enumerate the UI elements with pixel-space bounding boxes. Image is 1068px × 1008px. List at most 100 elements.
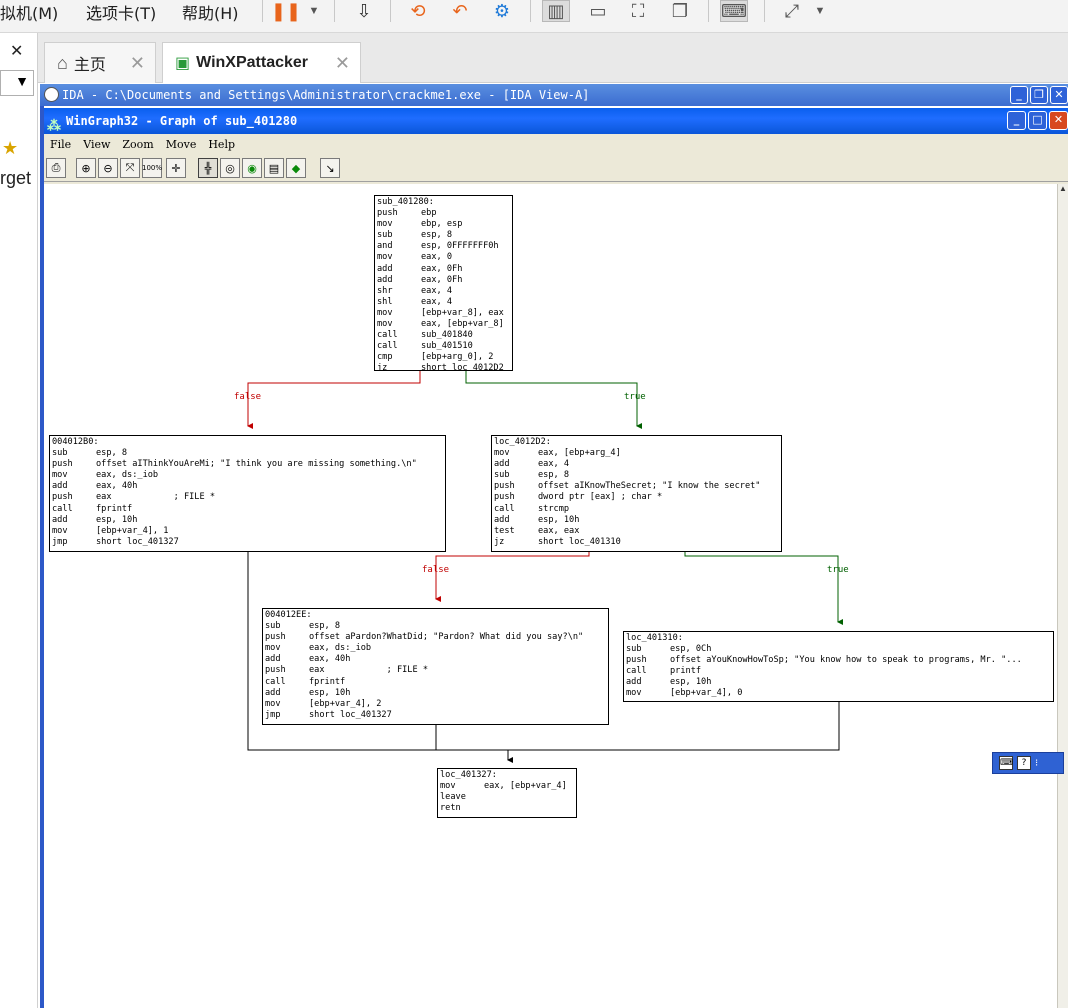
asm-line: push eax ; FILE * — [52, 492, 443, 503]
library-item-label[interactable]: rget — [0, 168, 31, 189]
asm-operands: eax, 0 — [421, 252, 453, 263]
print-icon[interactable]: ⎙ — [46, 158, 66, 178]
asm-operands: eax, [ebp+var_8] — [421, 319, 504, 330]
edge-true — [684, 544, 843, 625]
asm-line: push offset aIKnowTheSecret; "I know the … — [494, 481, 779, 492]
asm-line: and esp, 0FFFFFFF0h — [377, 241, 510, 252]
asm-line: push offset aYouKnowHowToSp; "You know ho… — [626, 655, 1051, 666]
arrow-cursor-icon[interactable]: ↘ — [320, 158, 340, 178]
menu-help[interactable]: Help — [202, 135, 241, 155]
graph-node-004012EE[interactable]: 004012EE: sub esp, 8 push offset aPardon?Wha… — [262, 608, 609, 725]
menu-move[interactable]: Move — [160, 135, 203, 155]
close-icon[interactable]: ✕ — [10, 41, 23, 61]
asm-operands: eax ; FILE * — [309, 665, 428, 676]
circle-icon[interactable]: ◎ — [220, 158, 240, 178]
asm-mnemonic: mov — [377, 307, 393, 318]
asm-line: jmp short loc_401327 — [265, 710, 606, 721]
revert-snapshot-icon[interactable]: ↶ — [446, 0, 474, 22]
restore-button[interactable]: ❐ — [1030, 86, 1048, 104]
asm-mnemonic: call — [52, 503, 73, 514]
menu-vm[interactable]: 拟机(M) — [0, 0, 58, 24]
thumbnail-bar-icon[interactable]: ▭ — [584, 0, 612, 22]
center-icon[interactable]: ✛ — [166, 158, 186, 178]
node-label: loc_401327: — [440, 770, 497, 780]
asm-line: call sub_401510 — [377, 341, 510, 352]
green-circle-icon[interactable]: ◉ — [242, 158, 262, 178]
asm-line: add esp, 10h — [265, 688, 606, 699]
asm-line: call fprintf — [52, 504, 443, 515]
asm-mnemonic: push — [52, 459, 73, 470]
zoom-100-icon[interactable]: 100% — [142, 158, 162, 178]
layout-icon[interactable]: ╬ — [198, 158, 218, 178]
asm-line: shl eax, 4 — [377, 297, 510, 308]
maximize-button[interactable]: □ — [1028, 111, 1047, 130]
image-icon[interactable]: ▤ — [264, 158, 284, 178]
asm-line: jmp short loc_401327 — [52, 537, 443, 548]
library-view-icon[interactable]: ▥ — [542, 0, 570, 22]
library-dropdown[interactable]: ▼ — [0, 70, 34, 96]
chevron-down-icon[interactable]: ▼ — [300, 0, 328, 22]
asm-line: sub esp, 0Ch — [626, 644, 1051, 655]
snapshot-icon[interactable]: ⟲ — [404, 0, 432, 22]
asm-operands: eax ; FILE * — [96, 492, 215, 503]
asm-line: mov eax, [ebp+arg_4] — [494, 448, 779, 459]
graph-node-loc_401327[interactable]: loc_401327: mov eax, [ebp+var_4] leave retn — [437, 768, 577, 818]
menu-file[interactable]: File — [44, 135, 77, 155]
asm-operands: offset aIKnowTheSecret; "I know the secr… — [538, 481, 761, 492]
scroll-up-icon[interactable]: ▲ — [1058, 184, 1068, 196]
asm-mnemonic: mov — [265, 698, 281, 709]
tab-bar: ⌂ 主页 ✕ ▣ WinXPattacker ✕ — [38, 33, 1068, 83]
ida-window-title: IDA - C:\Documents and Settings\Administ… — [62, 88, 590, 102]
pause-icon[interactable]: ❚❚ — [271, 0, 301, 22]
menu-zoom[interactable]: Zoom — [116, 135, 159, 155]
asm-line: mov eax, ds:_iob — [265, 643, 606, 654]
close-icon[interactable]: ✕ — [335, 53, 350, 74]
graph-node-sub_401280[interactable]: sub_401280: push ebp mov ebp, esp sub esp, 8 an… — [374, 195, 513, 371]
asm-operands: eax, 0Fh — [421, 274, 463, 285]
asm-line: mov eax, 0 — [377, 252, 510, 263]
options-icon[interactable]: ⁝ — [1035, 758, 1038, 769]
fullscreen-icon[interactable]: ⛶ — [624, 0, 652, 22]
menu-help[interactable]: 帮助(H) — [182, 0, 239, 24]
close-button[interactable]: ✕ — [1049, 111, 1068, 130]
keyboard-icon[interactable]: ⌨ — [999, 756, 1013, 770]
close-icon[interactable]: ✕ — [130, 53, 145, 74]
unity-icon[interactable]: ❐ — [666, 0, 694, 22]
asm-operands: esp, 10h — [670, 677, 712, 688]
graph-node-004012B0[interactable]: 004012B0: sub esp, 8 push offset aIThinkYouA… — [49, 435, 446, 552]
graph-node-loc_4012D2[interactable]: loc_4012D2: mov eax, [ebp+arg_4] add eax, 4s… — [491, 435, 782, 552]
asm-mnemonic: cmp — [377, 352, 393, 363]
console-view-icon[interactable]: ⌨ — [720, 0, 748, 22]
asm-mnemonic: call — [265, 676, 286, 687]
fit-icon[interactable]: ⤧ — [120, 158, 140, 178]
node-label: 004012B0: — [52, 437, 99, 447]
minimize-button[interactable]: _ — [1007, 111, 1026, 130]
language-bar[interactable]: ⌨ ? ⁝ — [992, 752, 1064, 774]
vertical-scrollbar[interactable]: ▲ — [1057, 184, 1068, 1008]
minimize-button[interactable]: _ — [1010, 86, 1028, 104]
zoom-out-icon[interactable]: ⊖ — [98, 158, 118, 178]
zoom-in-icon[interactable]: ⊕ — [76, 158, 96, 178]
wingraph-window-title: WinGraph32 - Graph of sub_401280 — [66, 114, 298, 128]
graph-canvas[interactable]: false true false true sub_401280: push ebp… — [44, 184, 1057, 1008]
toolbar-separator — [262, 0, 263, 22]
snapshot-manager-icon[interactable]: ⚙ — [488, 0, 516, 22]
asm-mnemonic: add — [377, 263, 393, 274]
send-keys-icon[interactable]: ⇩ — [350, 0, 378, 22]
close-button[interactable]: ✕ — [1050, 86, 1068, 104]
tab-winxpattacker[interactable]: ▣ WinXPattacker ✕ — [162, 42, 361, 83]
asm-operands: printf — [670, 666, 702, 677]
help-icon[interactable]: ? — [1017, 756, 1031, 770]
graph-node-loc_401310[interactable]: loc_401310: sub esp, 0Ch push offset aYouKno… — [623, 631, 1054, 702]
asm-mnemonic: add — [52, 514, 68, 525]
edge-label-false: false — [234, 392, 262, 402]
menu-view[interactable]: View — [77, 135, 116, 155]
tab-home[interactable]: ⌂ 主页 ✕ — [44, 42, 156, 83]
asm-operands: [ebp+var_4], 0 — [670, 688, 743, 699]
chevron-down-icon[interactable]: ▼ — [806, 0, 834, 22]
stretch-icon[interactable]: ⤢ — [778, 0, 806, 22]
menu-tabs[interactable]: 选项卡(T) — [86, 0, 156, 24]
green-node-icon[interactable]: ◆ — [286, 158, 306, 178]
asm-line: add esp, 10h — [626, 677, 1051, 688]
asm-operands: short loc_4012D2 — [421, 363, 504, 371]
